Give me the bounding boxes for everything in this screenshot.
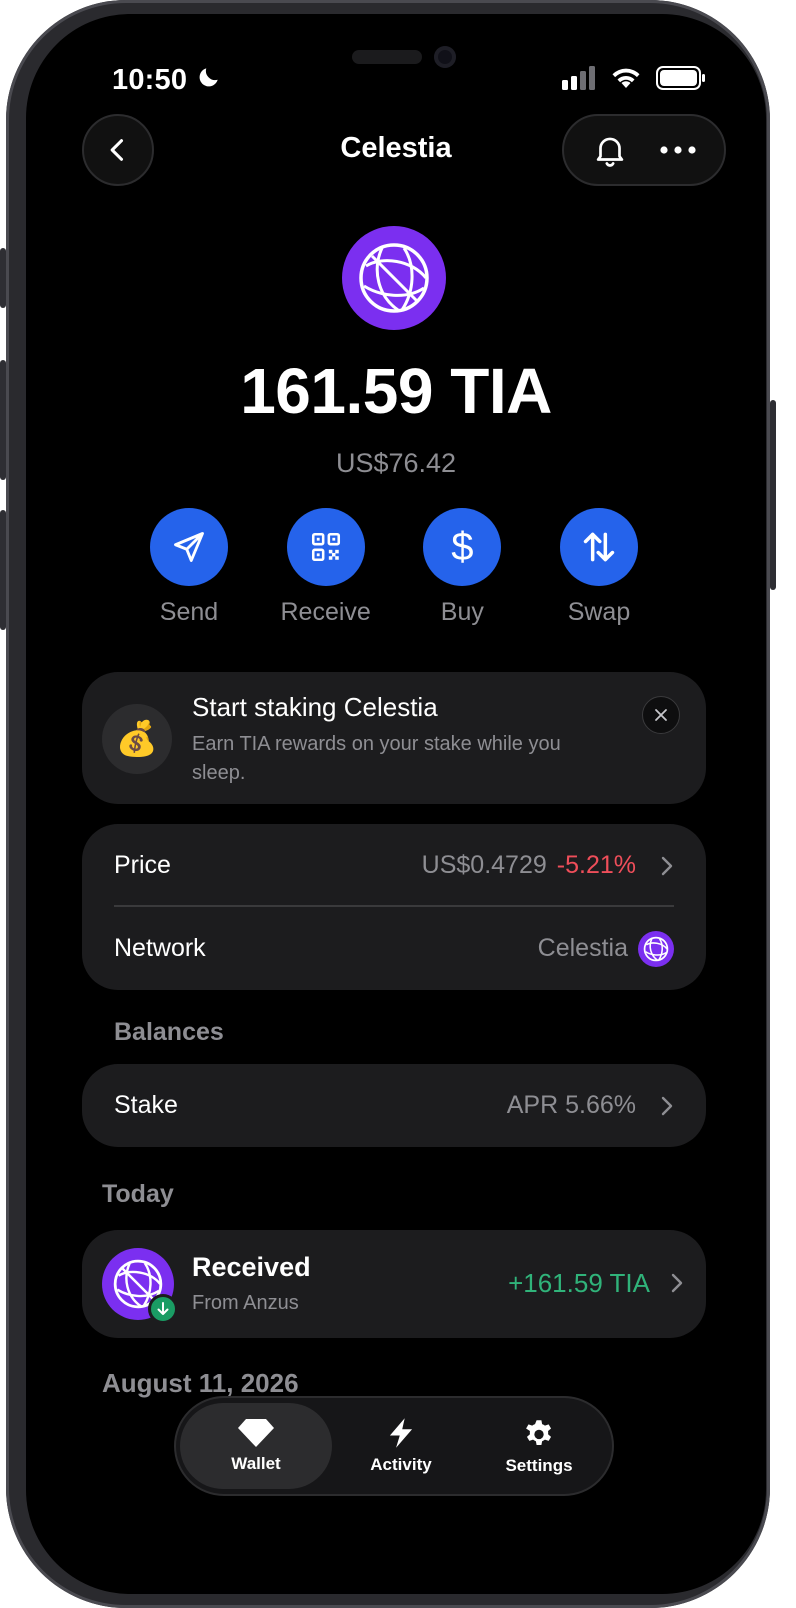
lightning-icon — [389, 1418, 413, 1448]
battery-icon — [656, 66, 705, 90]
balance-amount: 161.59 TIA — [240, 355, 552, 427]
balance-fiat: US$76.42 — [335, 448, 457, 478]
transaction-subtitle: From Anzus — [192, 1292, 299, 1314]
network-value: Celestia — [537, 934, 628, 962]
status-time: 10:50 — [112, 64, 188, 96]
bell-icon[interactable] — [591, 131, 629, 169]
stake-label: Stake — [114, 1091, 178, 1119]
dynamic-island — [352, 50, 422, 64]
send-button[interactable]: Send — [134, 508, 244, 627]
asset-info-card: Price US$0.4729 -5.21% Network Celestia — [82, 824, 706, 990]
status-icons — [562, 66, 706, 90]
tab-bar: Wallet Activity Settings — [174, 1396, 614, 1496]
send-icon — [174, 532, 204, 562]
received-badge — [148, 1294, 178, 1324]
today-header: Today — [102, 1180, 174, 1208]
phone-frame: 10:50 Celestia 161.59 TIA US$76.42 Send … — [0, 0, 776, 1608]
dollar-icon: $ — [451, 525, 474, 569]
tab-activity-label: Activity — [370, 1455, 432, 1474]
qr-code-icon — [311, 532, 340, 562]
power-button — [770, 400, 776, 590]
staking-promo-banner[interactable]: 💰 Start staking Celestia Earn TIA reward… — [82, 672, 706, 804]
date-section-header: August 11, 2026 — [102, 1368, 299, 1398]
chevron-right-icon — [661, 1096, 673, 1115]
celestia-logo-icon — [342, 226, 446, 330]
transaction-amount: +161.59 TIA — [508, 1268, 650, 1298]
price-row[interactable]: Price US$0.4729 -5.21% — [82, 824, 706, 907]
price-value-group: US$0.4729 -5.21% — [422, 851, 674, 880]
balances-card: Stake APR 5.66% — [82, 1064, 706, 1147]
tab-wallet-label: Wallet — [231, 1454, 281, 1473]
swap-button-circle[interactable] — [559, 508, 638, 586]
price-value: US$0.4729 — [421, 851, 547, 879]
arrow-down-icon — [157, 1302, 169, 1315]
network-row: Network Celestia — [82, 907, 706, 990]
volume-down-button — [0, 510, 6, 630]
promo-subtitle: Earn TIA rewards on your stake while you… — [192, 733, 561, 784]
swap-button[interactable]: Swap — [544, 508, 654, 627]
stake-value-group: APR 5.66% — [507, 1091, 674, 1120]
chevron-right-icon — [661, 856, 673, 875]
network-label: Network — [114, 934, 206, 962]
celestia-network-icon — [638, 930, 674, 967]
send-label: Send — [159, 598, 219, 626]
network-value-group: Celestia — [537, 930, 674, 967]
receive-button[interactable]: Receive — [271, 508, 381, 627]
transaction-title: Received — [192, 1252, 311, 1282]
promo-close-button[interactable] — [642, 696, 680, 734]
nav-actions-pill — [562, 114, 726, 186]
send-button-circle[interactable] — [150, 508, 228, 586]
stake-row[interactable]: Stake APR 5.66% — [82, 1064, 706, 1147]
stake-value: APR 5.66% — [506, 1091, 636, 1119]
buy-button-circle[interactable]: $ — [423, 508, 502, 586]
price-label: Price — [114, 851, 171, 879]
gear-icon — [526, 1420, 552, 1446]
tab-wallet[interactable]: Wallet — [180, 1403, 332, 1489]
buy-button[interactable]: $ Buy — [407, 508, 517, 627]
more-options-icon[interactable] — [658, 144, 698, 156]
cellular-signal-icon — [562, 66, 595, 90]
swap-arrows-icon — [583, 532, 615, 562]
action-button — [0, 248, 6, 308]
money-bag-icon: 💰 — [102, 704, 172, 774]
promo-title: Start staking Celestia — [192, 692, 438, 722]
volume-up-button — [0, 360, 6, 480]
action-buttons: Send Receive $ Buy Swap — [134, 508, 654, 627]
price-change: -5.21% — [556, 851, 636, 879]
swap-label: Swap — [567, 598, 631, 626]
screen: 10:50 Celestia 161.59 TIA US$76.42 Send … — [26, 14, 766, 1594]
receive-label: Receive — [280, 598, 371, 626]
diamond-icon — [238, 1419, 274, 1447]
front-camera — [434, 46, 456, 68]
wifi-icon — [612, 68, 640, 88]
buy-label: Buy — [440, 598, 484, 626]
close-icon — [655, 709, 667, 721]
balances-header: Balances — [114, 1018, 224, 1046]
receive-button-circle[interactable] — [286, 508, 365, 586]
focus-moon-icon — [199, 68, 218, 87]
chevron-right-icon — [671, 1273, 683, 1293]
tab-settings-label: Settings — [505, 1456, 573, 1475]
tab-settings[interactable]: Settings — [470, 1403, 608, 1489]
transaction-row[interactable]: Received From Anzus +161.59 TIA — [82, 1230, 706, 1338]
tab-activity[interactable]: Activity — [332, 1403, 470, 1489]
